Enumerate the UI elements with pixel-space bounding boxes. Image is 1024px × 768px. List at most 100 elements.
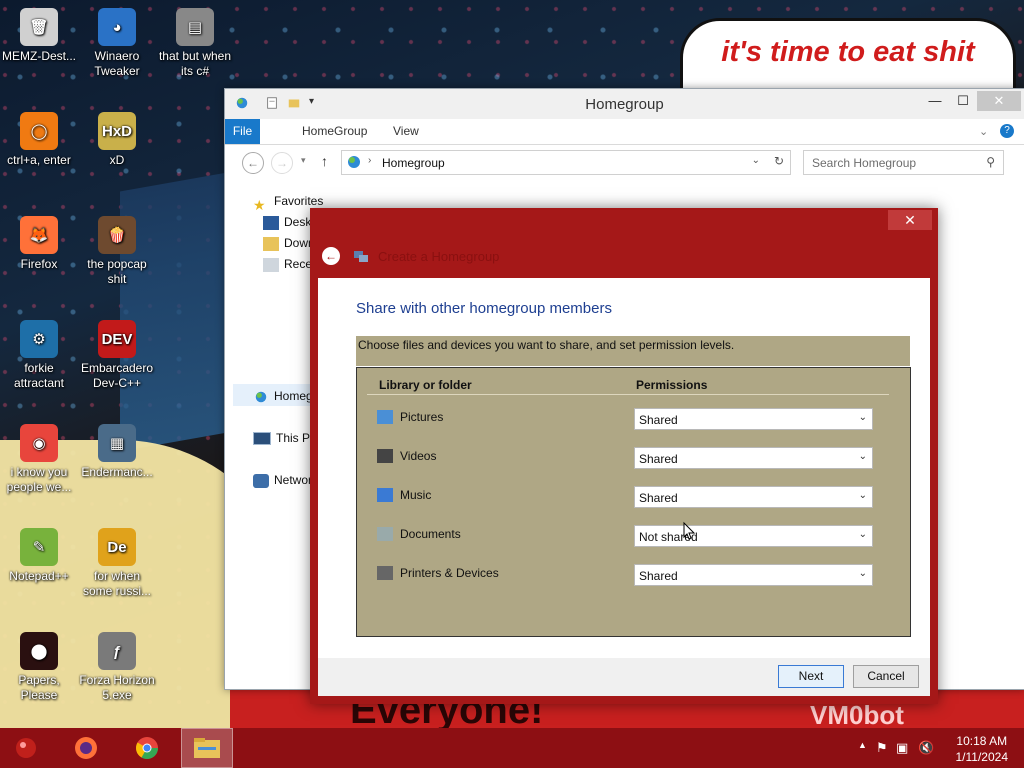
- permission-value: Shared: [639, 452, 678, 466]
- permission-value: Shared: [639, 491, 678, 505]
- desktop-shortcut[interactable]: DEV Embarcadero Dev-C++: [78, 314, 156, 391]
- tab-file[interactable]: File: [225, 119, 260, 144]
- wallpaper-corner-text: VM0bot: [810, 700, 904, 728]
- desktop-folder-icon: [263, 215, 279, 230]
- search-box[interactable]: ⚲: [803, 150, 1004, 175]
- downloads-folder-icon: [263, 236, 279, 251]
- nav-network-label: Networ: [274, 473, 313, 487]
- dialog-body: Share with other homegroup members Choos…: [318, 278, 930, 658]
- network-tray-icon[interactable]: ▣: [896, 740, 908, 756]
- minimize-button[interactable]: —: [921, 91, 949, 111]
- nav-favorites-label: Favorites: [274, 194, 324, 208]
- desktop-shortcut-label: Embarcadero Dev-C++: [80, 361, 154, 390]
- desktop-shortcut[interactable]: ✎ Notepad++: [0, 522, 78, 584]
- desktop-shortcut[interactable]: ƒ Forza Horizon 5.exe: [78, 626, 156, 703]
- desktop-shortcut[interactable]: ◉ i know you people we...: [0, 418, 78, 495]
- header-divider: [367, 394, 889, 395]
- ribbon-expand-icon[interactable]: ⌄: [979, 125, 988, 138]
- refresh-icon[interactable]: ↻: [774, 154, 784, 168]
- nav-downloads[interactable]: Down: [263, 233, 315, 253]
- nav-desktop[interactable]: Deskt: [263, 212, 315, 232]
- address-dropdown-icon[interactable]: ⌄: [752, 155, 760, 166]
- explorer-titlebar[interactable]: ▾ Homegroup — ☐ ✕: [225, 89, 1024, 119]
- desktop-shortcut[interactable]: 🍿 the popcap shit: [78, 210, 156, 287]
- permission-dropdown[interactable]: Not shared ⌄: [634, 525, 873, 547]
- forward-icon[interactable]: →: [271, 152, 293, 174]
- chevron-down-icon: ⌄: [858, 451, 867, 462]
- chevron-down-icon: ⌄: [858, 529, 867, 540]
- desktop-shortcut-label: for when some russi...: [82, 569, 151, 598]
- next-button[interactable]: Next: [778, 665, 844, 688]
- back-icon[interactable]: ←: [242, 152, 264, 174]
- nav-homegroup[interactable]: Homeg: [253, 386, 313, 406]
- share-row-label: Pictures: [400, 410, 444, 424]
- desktop-shortcut-label: the popcap shit: [87, 257, 147, 286]
- desktop-shortcut[interactable]: De for when some russi...: [78, 522, 156, 599]
- mouse-cursor-icon: [683, 521, 696, 540]
- recent-locations-icon[interactable]: ▾: [301, 155, 306, 166]
- chrome-desktop-icon: ◉: [20, 424, 58, 462]
- music-icon: [377, 488, 393, 502]
- dialog-back-icon[interactable]: ←: [322, 247, 340, 265]
- desktop-shortcut-label: forkie attractant: [13, 361, 65, 390]
- desktop-shortcut[interactable]: HxD xD: [78, 106, 156, 168]
- desktop-shortcut[interactable]: 🦊 Firefox: [0, 210, 78, 272]
- desktop-shortcut-label: Firefox: [20, 257, 58, 271]
- permission-dropdown[interactable]: Shared ⌄: [634, 447, 873, 469]
- network-icon: [253, 473, 269, 488]
- nav-network[interactable]: Networ: [253, 470, 312, 490]
- ctrl-a-enter-icon: ◯: [20, 112, 58, 150]
- volume-muted-icon[interactable]: 🔇: [918, 740, 934, 756]
- computer-icon: [253, 432, 271, 446]
- permission-dropdown[interactable]: Shared ⌄: [634, 408, 873, 430]
- desktop-shortcut-label: that but when its c#: [158, 49, 232, 78]
- permission-dropdown[interactable]: Shared ⌄: [634, 564, 873, 586]
- ribbon-tabs: File HomeGroup View ⌄ ?: [225, 119, 1024, 145]
- up-icon[interactable]: ↑: [321, 153, 328, 169]
- clock[interactable]: 10:18 AM 1/11/2024: [956, 733, 1009, 765]
- cancel-button[interactable]: Cancel: [853, 665, 919, 688]
- tab-homegroup[interactable]: HomeGroup: [292, 119, 377, 144]
- tab-view[interactable]: View: [383, 119, 429, 144]
- action-center-flag-icon[interactable]: ⚑: [876, 740, 888, 756]
- papers-please-icon: ⬤: [20, 632, 58, 670]
- breadcrumb[interactable]: Homegroup: [382, 156, 445, 170]
- firefox-icon: [75, 737, 97, 759]
- search-icon[interactable]: ⚲: [986, 155, 995, 169]
- firefox-icon: 🦊: [20, 216, 58, 254]
- nav-this-pc[interactable]: This PC: [253, 428, 319, 448]
- share-row-label: Documents: [400, 527, 461, 541]
- desktop-shortcut[interactable]: ▤ that but when its c#: [156, 2, 234, 79]
- share-settings-panel: Library or folder Permissions Pictures Sh…: [356, 367, 911, 637]
- maximize-button[interactable]: ☐: [949, 91, 977, 111]
- help-icon[interactable]: ?: [1000, 124, 1014, 138]
- documents-icon: [377, 527, 393, 541]
- endermanch-icon: ▦: [98, 424, 136, 462]
- taskbar-firefox[interactable]: [60, 728, 112, 768]
- pictures-icon: [377, 410, 393, 424]
- desktop-shortcut-label: Papers, Please: [18, 673, 60, 702]
- address-bar[interactable]: › Homegroup ⌄ ↻: [341, 150, 791, 175]
- desktop-shortcut[interactable]: ⚙ forkie attractant: [0, 314, 78, 391]
- search-input[interactable]: [810, 154, 974, 172]
- desktop-shortcut[interactable]: ▦ Endermanc...: [78, 418, 156, 480]
- dialog-close-button[interactable]: ✕: [888, 210, 932, 230]
- videos-icon: [377, 449, 393, 463]
- desktop-shortcut-label: Forza Horizon 5.exe: [79, 673, 155, 702]
- desktop-shortcut-label: xD: [109, 153, 125, 167]
- permission-dropdown[interactable]: Shared ⌄: [634, 486, 873, 508]
- desktop-shortcut[interactable]: 🗑 MEMZ-Dest...: [0, 2, 78, 64]
- desktop-shortcut[interactable]: ◕ Winaero Tweaker: [78, 2, 156, 79]
- taskbar-file-explorer[interactable]: [181, 728, 233, 768]
- taskbar-chrome[interactable]: [121, 728, 173, 768]
- show-hidden-icons-icon[interactable]: ▲: [858, 740, 867, 750]
- printer-icon: [377, 566, 393, 580]
- close-button[interactable]: ✕: [977, 91, 1021, 111]
- permission-value: Shared: [639, 569, 678, 583]
- desktop-shortcut[interactable]: ⬤ Papers, Please: [0, 626, 78, 703]
- breadcrumb-arrow-icon[interactable]: ›: [368, 155, 371, 166]
- homegroup-location-icon: [348, 156, 360, 168]
- desktop-shortcut-label: ctrl+a, enter: [7, 153, 71, 167]
- start-button[interactable]: [0, 728, 52, 768]
- desktop-shortcut[interactable]: ◯ ctrl+a, enter: [0, 106, 78, 168]
